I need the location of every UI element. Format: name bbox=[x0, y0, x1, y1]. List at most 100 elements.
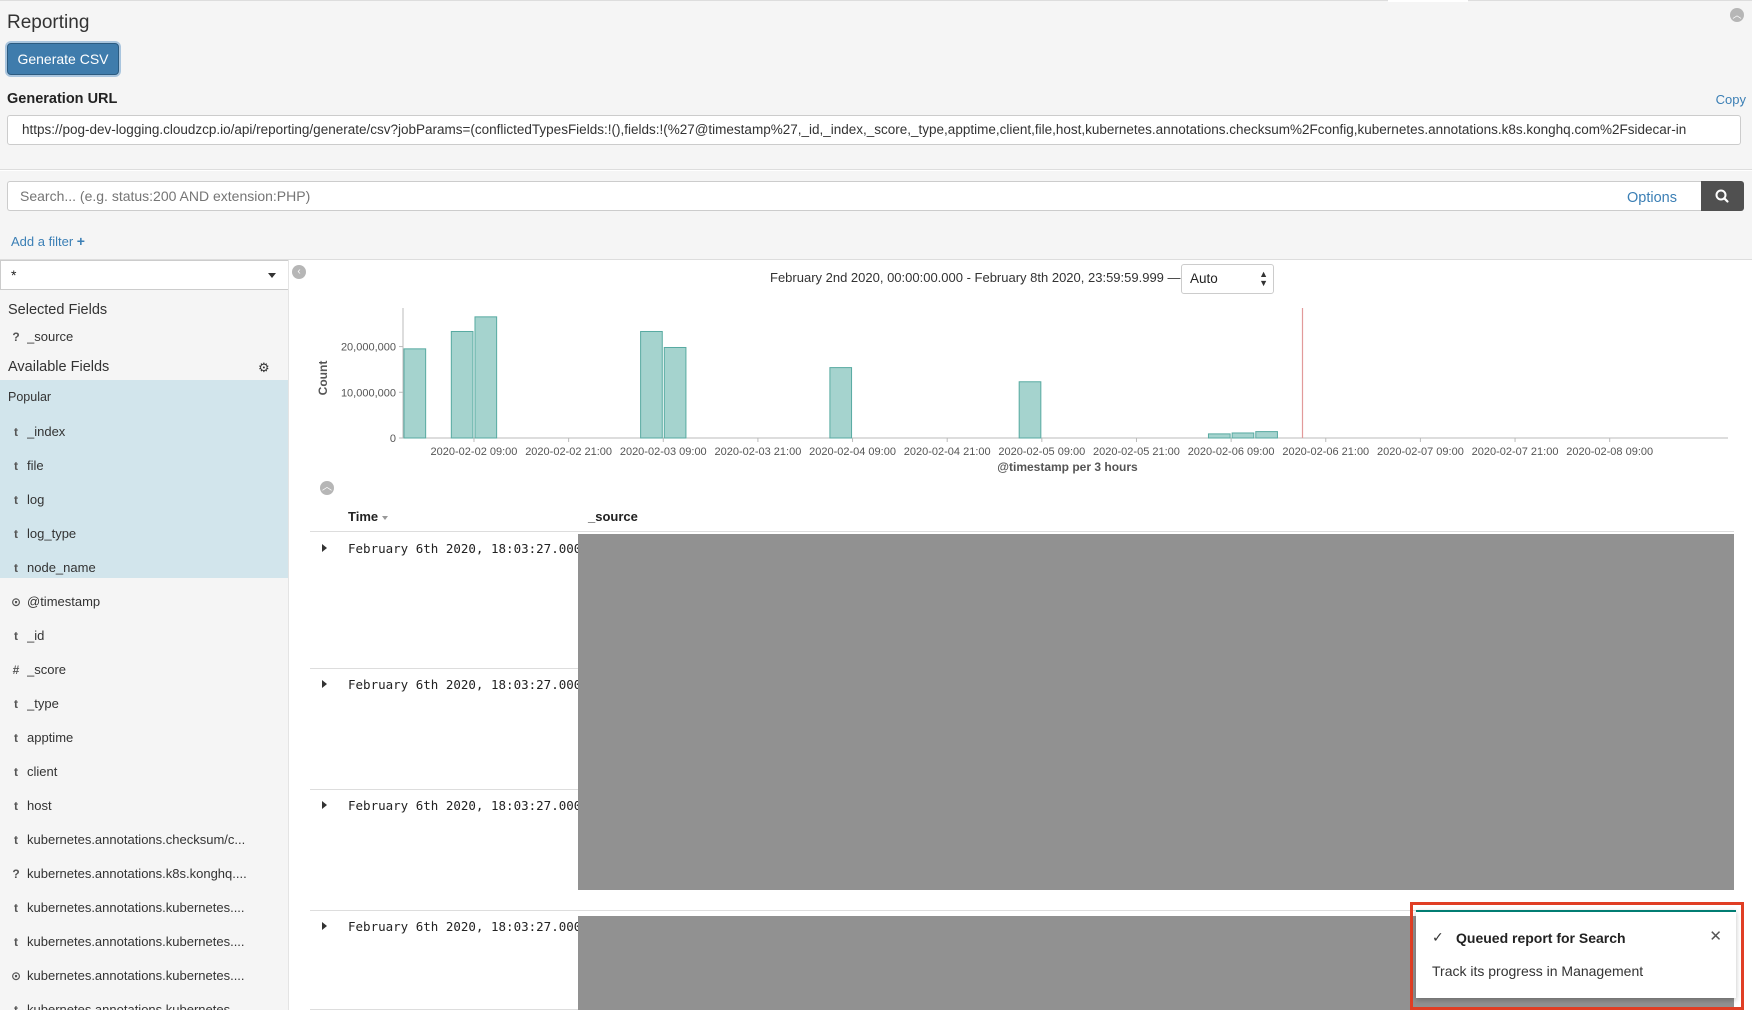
collapse-up-icon[interactable]: ︿ bbox=[1730, 8, 1744, 22]
field-item[interactable]: t file bbox=[0, 450, 288, 484]
index-pattern-value: * bbox=[11, 267, 17, 283]
histogram-bar[interactable] bbox=[450, 330, 474, 439]
field-item[interactable]: ? kubernetes.annotations.k8s.konghq.... bbox=[0, 858, 288, 892]
row-timestamp: February 6th 2020, 18:03:27.000 bbox=[348, 919, 582, 934]
x-tick-label: 2020-02-07 09:00 bbox=[1377, 446, 1464, 458]
field-name: _source bbox=[27, 329, 74, 344]
field-item[interactable]: ⊙ @timestamp bbox=[0, 586, 288, 620]
histogram-bar[interactable] bbox=[640, 330, 663, 439]
expand-row-icon[interactable] bbox=[322, 922, 327, 930]
histogram-bar[interactable] bbox=[829, 367, 853, 439]
y-tick-label: 0 bbox=[390, 433, 396, 445]
check-icon: ✓ bbox=[1432, 929, 1444, 945]
histogram-bar[interactable] bbox=[1018, 381, 1042, 439]
row-timestamp: February 6th 2020, 18:03:27.000 bbox=[348, 798, 582, 813]
top-tab-indicator bbox=[1388, 0, 1468, 2]
field-type-icon: t bbox=[14, 765, 18, 779]
field-item[interactable]: t kubernetes.annotations.kubernetes.... bbox=[0, 926, 288, 960]
histogram-bar[interactable] bbox=[663, 346, 687, 439]
search-bar: Options bbox=[0, 171, 1752, 223]
generate-csv-button[interactable]: Generate CSV bbox=[7, 43, 119, 75]
close-icon[interactable]: ✕ bbox=[1709, 927, 1722, 945]
field-item[interactable]: t log bbox=[0, 484, 288, 518]
field-item[interactable]: t _type bbox=[0, 688, 288, 722]
field-name: apptime bbox=[27, 730, 74, 745]
histogram-bar[interactable] bbox=[474, 316, 498, 439]
copy-link[interactable]: Copy bbox=[1716, 92, 1746, 107]
field-name: log bbox=[27, 492, 45, 507]
field-type-icon: t bbox=[14, 833, 18, 847]
field-type-icon: t bbox=[14, 731, 18, 745]
field-item[interactable]: ? _source bbox=[0, 321, 288, 355]
histogram-bar[interactable] bbox=[403, 348, 427, 439]
field-item[interactable]: t client bbox=[0, 756, 288, 790]
options-link[interactable]: Options bbox=[1627, 190, 1677, 206]
field-item[interactable]: t kubernetes.annotations.kubernetes.... bbox=[0, 994, 288, 1010]
field-type-icon: t bbox=[14, 629, 18, 643]
time-column-header[interactable]: Time bbox=[348, 509, 389, 524]
x-tick-label: 2020-02-02 21:00 bbox=[525, 446, 612, 458]
field-item[interactable]: # _score bbox=[0, 654, 288, 688]
expand-row-icon[interactable] bbox=[322, 544, 327, 552]
histogram-bar[interactable] bbox=[1231, 432, 1255, 439]
field-name: _id bbox=[27, 628, 45, 643]
field-name: _type bbox=[27, 696, 59, 711]
field-item[interactable]: t log_type bbox=[0, 518, 288, 552]
caret-down-icon bbox=[268, 273, 276, 278]
add-filter-link[interactable]: Add a filter + bbox=[11, 233, 85, 249]
reporting-title: Reporting bbox=[7, 12, 90, 33]
field-name: @timestamp bbox=[27, 594, 101, 609]
available-fields-title: Available Fields bbox=[8, 359, 110, 375]
sort-desc-icon[interactable] bbox=[382, 515, 389, 520]
field-name: _score bbox=[27, 662, 67, 677]
collapse-sidebar-icon[interactable]: ‹ bbox=[292, 265, 306, 279]
plus-icon: + bbox=[76, 233, 85, 249]
field-item[interactable]: t kubernetes.annotations.kubernetes.... bbox=[0, 892, 288, 926]
field-item[interactable]: ⊙ kubernetes.annotations.kubernetes.... bbox=[0, 960, 288, 994]
field-sidebar: * Selected Fields ? _source Available Fie… bbox=[0, 260, 289, 1010]
popular-label: Popular bbox=[8, 390, 52, 404]
field-item[interactable]: t apptime bbox=[0, 722, 288, 756]
y-axis-label: Count bbox=[316, 361, 330, 396]
field-item[interactable]: t _id bbox=[0, 620, 288, 654]
field-type-icon: # bbox=[12, 663, 20, 677]
generation-url-label: Generation URL bbox=[7, 91, 118, 107]
field-type-icon: t bbox=[14, 493, 18, 507]
field-type-icon: t bbox=[14, 425, 18, 439]
search-input[interactable] bbox=[7, 181, 1702, 211]
histogram-bar[interactable] bbox=[1255, 431, 1278, 439]
time-header-label: Time bbox=[348, 509, 379, 524]
collapse-chart-icon[interactable]: ︿ bbox=[320, 481, 334, 495]
field-type-icon: t bbox=[14, 561, 18, 575]
gear-icon[interactable]: ⚙ bbox=[258, 360, 270, 376]
interval-select[interactable]: Auto ▲ ▼ bbox=[1181, 264, 1274, 294]
x-tick-label: 2020-02-05 21:00 bbox=[1093, 446, 1180, 458]
x-tick-label: 2020-02-04 09:00 bbox=[809, 446, 896, 458]
field-item[interactable]: t kubernetes.annotations.checksum/c... bbox=[0, 824, 288, 858]
x-tick-label: 2020-02-06 09:00 bbox=[1188, 446, 1275, 458]
field-type-icon: ⊙ bbox=[10, 595, 22, 609]
field-type-icon: t bbox=[14, 935, 18, 949]
expand-row-icon[interactable] bbox=[322, 680, 327, 688]
x-tick-label: 2020-02-03 21:00 bbox=[714, 446, 801, 458]
field-item[interactable]: t host bbox=[0, 790, 288, 824]
generation-url-field[interactable]: https://pog-dev-logging.cloudzcp.io/api/… bbox=[7, 115, 1741, 145]
x-tick-label: 2020-02-06 21:00 bbox=[1282, 446, 1369, 458]
x-axis-label: @timestamp per 3 hours bbox=[997, 460, 1138, 474]
histogram-bar[interactable] bbox=[1207, 433, 1231, 439]
source-column-header: _source bbox=[588, 509, 638, 524]
expand-row-icon[interactable] bbox=[322, 801, 327, 809]
x-tick-label: 2020-02-08 09:00 bbox=[1566, 446, 1653, 458]
field-item[interactable]: t _index bbox=[0, 416, 288, 450]
field-name: host bbox=[27, 798, 52, 813]
field-item[interactable]: t node_name bbox=[0, 552, 288, 586]
field-type-icon: t bbox=[14, 459, 18, 473]
field-type-icon: ? bbox=[12, 867, 20, 881]
field-name: file bbox=[27, 458, 44, 473]
search-button[interactable] bbox=[1701, 181, 1744, 211]
index-pattern-select[interactable]: * bbox=[0, 260, 288, 290]
x-tick-label: 2020-02-07 21:00 bbox=[1472, 446, 1559, 458]
field-name: node_name bbox=[27, 560, 96, 575]
redacted-source bbox=[578, 534, 1734, 890]
histogram-chart[interactable]: 0 10,000,000 20,000,000 Count 2020-02-02 09:… bbox=[300, 300, 1740, 480]
